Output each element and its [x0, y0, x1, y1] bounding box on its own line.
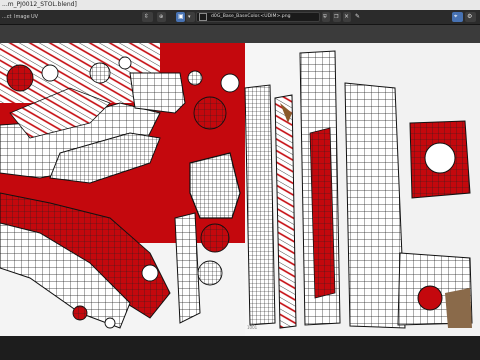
uv-island-column-1: [244, 84, 276, 326]
image-name-field[interactable]: d0G_Base_BaseColor.<UDIM>.png: [196, 12, 320, 22]
uv-viewport[interactable]: 1001: [0, 43, 480, 336]
image-name: d0G_Base_BaseColor.<UDIM>.png: [211, 14, 291, 19]
overlay-options-icon[interactable]: ⚙: [465, 12, 476, 22]
uv-island-center-strip: [174, 212, 201, 324]
tool-settings-strip: [0, 25, 480, 43]
uv-island-plate-top: [129, 72, 186, 114]
pin-image-icon[interactable]: ✎: [354, 12, 362, 22]
uv-texture-canvas: [0, 43, 480, 336]
uv-island-center-block: [189, 152, 241, 219]
menu-uv[interactable]: UV: [31, 10, 38, 24]
status-bar: [0, 336, 480, 360]
image-browse-icon[interactable]: ▣: [176, 12, 185, 22]
menu-image[interactable]: Image: [14, 10, 30, 24]
uv-island-right-ring: [424, 142, 456, 174]
gizmo-toggle-icon[interactable]: ⌖: [452, 12, 463, 22]
unlink-icon[interactable]: ×: [343, 12, 351, 22]
uv-editor-header: ...ct Image UV ⇳ ⊕ ▣ ▾ d0G_Base_BaseColo…: [0, 10, 480, 25]
menu-select[interactable]: ...ct: [2, 10, 11, 24]
image-icon: [199, 13, 207, 21]
uv-island-right-disc: [417, 285, 443, 311]
new-image-icon[interactable]: ❐: [333, 12, 341, 22]
window-title: ...m_PJ0012_STOL.blend]: [2, 1, 77, 8]
uv-island-brown-wedge: [445, 288, 472, 328]
pin-icon[interactable]: ⊕: [157, 12, 166, 22]
fake-user-icon[interactable]: ⛨: [322, 12, 330, 22]
window-titlebar: ...m_PJ0012_STOL.blend]: [0, 0, 480, 10]
image-options-icon[interactable]: ▾: [186, 12, 195, 22]
uv-island-panel-right: [344, 82, 406, 329]
view-mode-icon: ⇳: [144, 13, 150, 20]
udim-tile-label: 1001: [247, 325, 258, 330]
view-mode-dropdown[interactable]: ⇳: [142, 12, 153, 22]
